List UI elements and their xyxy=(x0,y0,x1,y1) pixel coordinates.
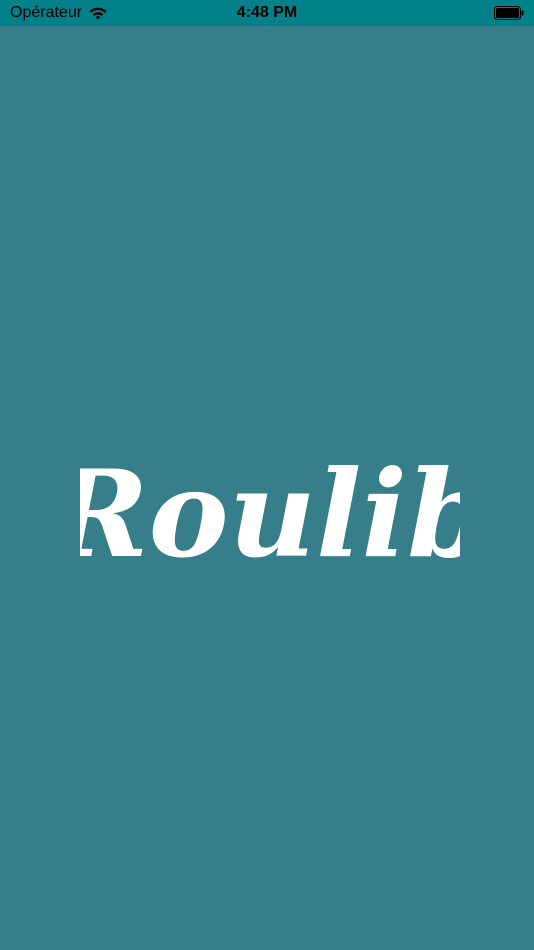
logo-text: Roulib xyxy=(80,444,460,585)
splash-screen: Roulib xyxy=(0,26,534,950)
battery-icon xyxy=(494,6,524,20)
app-logo: Roulib xyxy=(80,444,460,585)
status-time: 4:48 PM xyxy=(236,4,298,21)
status-bar: Opérateur 4:48 PM xyxy=(0,0,534,26)
